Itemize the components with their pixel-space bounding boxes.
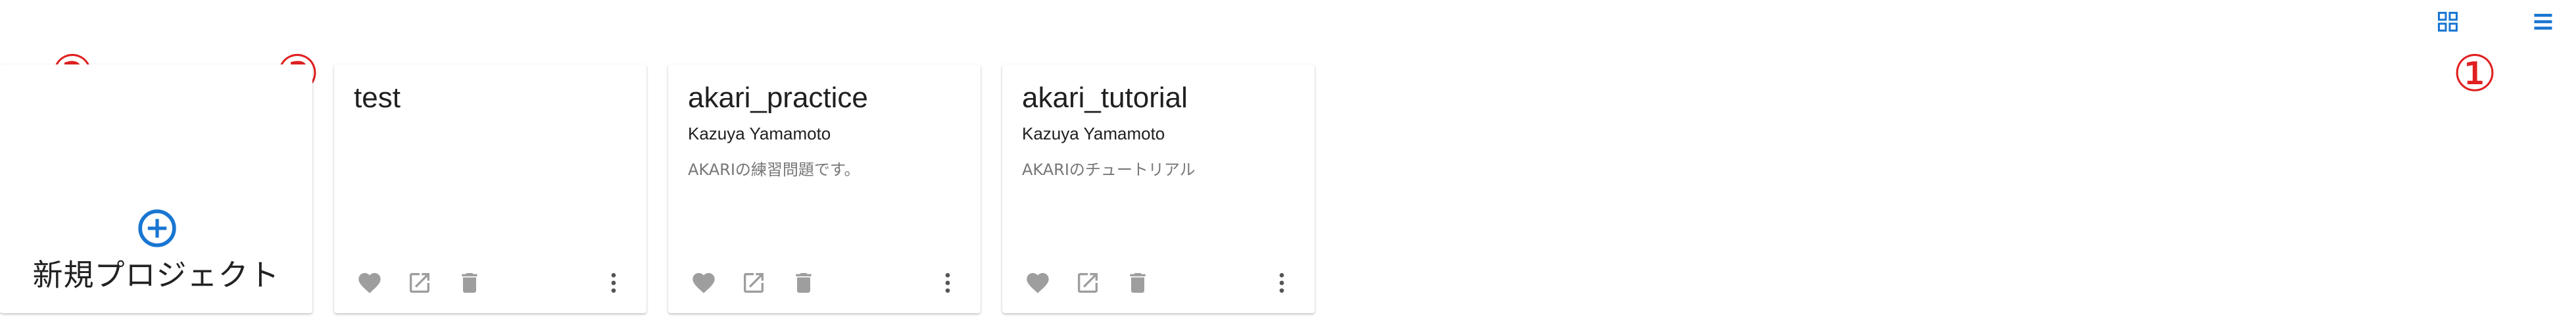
delete-button[interactable]: [1122, 267, 1154, 299]
project-author: Kazuya Yamamoto: [1022, 124, 1165, 143]
card-actions: [1022, 267, 1295, 299]
delete-button[interactable]: [454, 267, 485, 299]
grid-view-icon: [2438, 12, 2458, 32]
open-button[interactable]: [1072, 267, 1104, 299]
new-project-label: 新規プロジェクト: [32, 257, 280, 293]
project-author: Kazuya Yamamoto: [688, 124, 831, 143]
project-card[interactable]: test: [334, 64, 646, 313]
more-vert-icon: [1279, 273, 1284, 293]
project-description: AKARIのチュートリアル: [1022, 161, 1196, 179]
new-project-card[interactable]: 新規プロジェクト: [0, 64, 312, 313]
add-circle-icon: [138, 209, 176, 247]
card-actions: [688, 267, 961, 299]
more-vert-icon: [945, 273, 950, 293]
annotation-1: ①: [2452, 44, 2498, 103]
more-options-button[interactable]: [935, 267, 961, 299]
project-title: test: [354, 82, 401, 114]
more-options-button[interactable]: [600, 267, 627, 299]
project-title: akari_practice: [688, 82, 868, 114]
card-actions: [354, 267, 627, 299]
open-in-new-icon: [1078, 273, 1098, 293]
more-options-button[interactable]: [1269, 267, 1295, 299]
favorite-button[interactable]: [688, 267, 719, 299]
open-button[interactable]: [738, 267, 769, 299]
more-vert-icon: [611, 273, 616, 293]
open-in-new-icon: [744, 273, 764, 293]
heart-icon: [358, 273, 381, 293]
delete-button[interactable]: [788, 267, 819, 299]
list-view-button[interactable]: [2527, 5, 2560, 38]
heart-icon: [693, 273, 715, 293]
open-in-new-icon: [410, 273, 429, 293]
grid-view-button[interactable]: [2431, 5, 2464, 38]
project-title: akari_tutorial: [1022, 82, 1188, 114]
favorite-button[interactable]: [1022, 267, 1054, 299]
trash-icon: [462, 273, 477, 293]
project-card[interactable]: akari_tutorial Kazuya Yamamoto AKARIのチュー…: [1002, 64, 1315, 313]
list-view-icon: [2534, 14, 2552, 30]
trash-icon: [796, 273, 812, 293]
open-button[interactable]: [404, 267, 435, 299]
project-description: AKARIの練習問題です。: [688, 161, 860, 179]
heart-icon: [1027, 273, 1049, 293]
project-list-page: ① ② ③ 新規プロジェクト test: [0, 0, 2576, 325]
trash-icon: [1130, 273, 1146, 293]
project-card[interactable]: akari_practice Kazuya Yamamoto AKARIの練習問…: [668, 64, 981, 313]
favorite-button[interactable]: [354, 267, 385, 299]
